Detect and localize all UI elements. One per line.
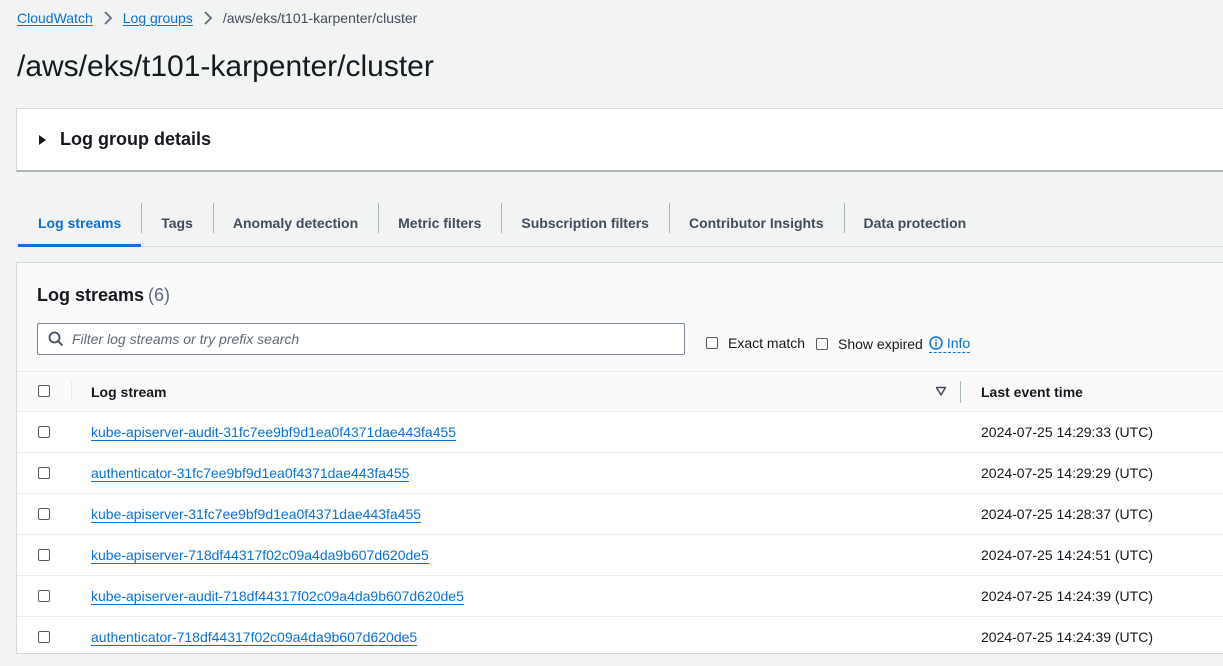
info-icon (929, 336, 943, 350)
log-stream-link[interactable]: kube-apiserver-audit-718df44317f02c09a4d… (91, 588, 464, 605)
chevron-right-icon (98, 9, 118, 27)
info-label: Info (946, 335, 971, 351)
table-row: kube-apiserver-31fc7ee9bf9d1ea0f4371dae4… (17, 494, 1223, 535)
show-expired-option[interactable]: Show expired Info (816, 335, 971, 353)
column-divider (71, 381, 72, 401)
table-row: authenticator-718df44317f02c09a4da9b607d… (17, 617, 1223, 657)
column-header-log-stream[interactable]: Log stream (91, 384, 166, 400)
breadcrumb: CloudWatch Log groups /aws/eks/t101-karp… (17, 9, 417, 27)
info-link[interactable]: Info (928, 335, 971, 353)
filter-box (37, 323, 685, 355)
log-group-details-toggle[interactable]: Log group details (16, 108, 1223, 172)
breadcrumb-log-groups-link[interactable]: Log groups (123, 10, 193, 26)
chevron-right-icon (198, 9, 218, 27)
log-stream-link[interactable]: kube-apiserver-audit-31fc7ee9bf9d1ea0f43… (91, 424, 457, 441)
log-group-details-title: Log group details (60, 129, 211, 149)
table-header: Log stream Last event time (17, 372, 1223, 412)
log-streams-header: Log streams(6) Exact match Show expired … (17, 263, 1223, 372)
select-all-checkbox[interactable] (38, 385, 50, 397)
column-header-last-event-time[interactable]: Last event time (981, 384, 1083, 400)
tab-subscription-filters[interactable]: Subscription filters (501, 201, 669, 245)
row-checkbox[interactable] (38, 426, 50, 438)
log-stream-link[interactable]: authenticator-31fc7ee9bf9d1ea0f4371dae44… (91, 465, 410, 482)
exact-match-checkbox[interactable] (706, 337, 718, 349)
show-expired-checkbox[interactable] (816, 338, 828, 350)
exact-match-option[interactable]: Exact match (706, 335, 805, 351)
tab-data-protection[interactable]: Data protection (843, 201, 987, 245)
table-row: authenticator-31fc7ee9bf9d1ea0f4371dae44… (17, 453, 1223, 494)
breadcrumb-current: /aws/eks/t101-karpenter/cluster (222, 10, 418, 26)
log-stream-link[interactable]: kube-apiserver-718df44317f02c09a4da9b607… (91, 547, 429, 564)
tab-tags[interactable]: Tags (141, 201, 213, 245)
tab-metric-filters[interactable]: Metric filters (378, 201, 501, 245)
tab-log-streams[interactable]: Log streams (18, 201, 142, 247)
log-stream-link[interactable]: authenticator-718df44317f02c09a4da9b607d… (91, 629, 418, 646)
last-event-time: 2024-07-25 14:29:29 (UTC) (981, 465, 1153, 481)
table-row: kube-apiserver-718df44317f02c09a4da9b607… (17, 535, 1223, 576)
exact-match-label: Exact match (728, 335, 806, 351)
show-expired-label: Show expired (838, 336, 923, 352)
log-streams-count: (6) (148, 285, 171, 305)
log-streams-title: Log streams (37, 285, 145, 305)
last-event-time: 2024-07-25 14:28:37 (UTC) (981, 506, 1153, 522)
last-event-time: 2024-07-25 14:24:51 (UTC) (981, 547, 1153, 563)
filter-log-streams-input[interactable] (72, 331, 632, 347)
row-checkbox[interactable] (38, 467, 50, 479)
column-resize-handle[interactable] (960, 381, 961, 403)
table-row: kube-apiserver-audit-31fc7ee9bf9d1ea0f43… (17, 412, 1223, 453)
row-checkbox[interactable] (38, 590, 50, 602)
table-row: kube-apiserver-audit-718df44317f02c09a4d… (17, 576, 1223, 617)
row-checkbox[interactable] (38, 549, 50, 561)
page-title: /aws/eks/t101-karpenter/cluster (17, 50, 434, 83)
caret-right-icon (39, 134, 46, 145)
tab-contributor-insights[interactable]: Contributor Insights (668, 201, 844, 245)
tab-bar: Log streams Tags Anomaly detection Metri… (18, 201, 1223, 247)
last-event-time: 2024-07-25 14:29:33 (UTC) (981, 424, 1153, 440)
last-event-time: 2024-07-25 14:24:39 (UTC) (981, 629, 1153, 645)
row-checkbox[interactable] (38, 508, 50, 520)
log-streams-panel: Log streams(6) Exact match Show expired … (16, 262, 1223, 654)
row-checkbox[interactable] (38, 631, 50, 643)
log-stream-link[interactable]: kube-apiserver-31fc7ee9bf9d1ea0f4371dae4… (91, 506, 422, 523)
sort-descending-icon[interactable] (935, 385, 947, 397)
log-streams-heading: Log streams (6) (37, 285, 170, 306)
search-icon (48, 331, 64, 347)
last-event-time: 2024-07-25 14:24:39 (UTC) (981, 588, 1153, 604)
breadcrumb-cloudwatch-link[interactable]: CloudWatch (17, 10, 93, 26)
tab-anomaly-detection[interactable]: Anomaly detection (212, 201, 378, 245)
